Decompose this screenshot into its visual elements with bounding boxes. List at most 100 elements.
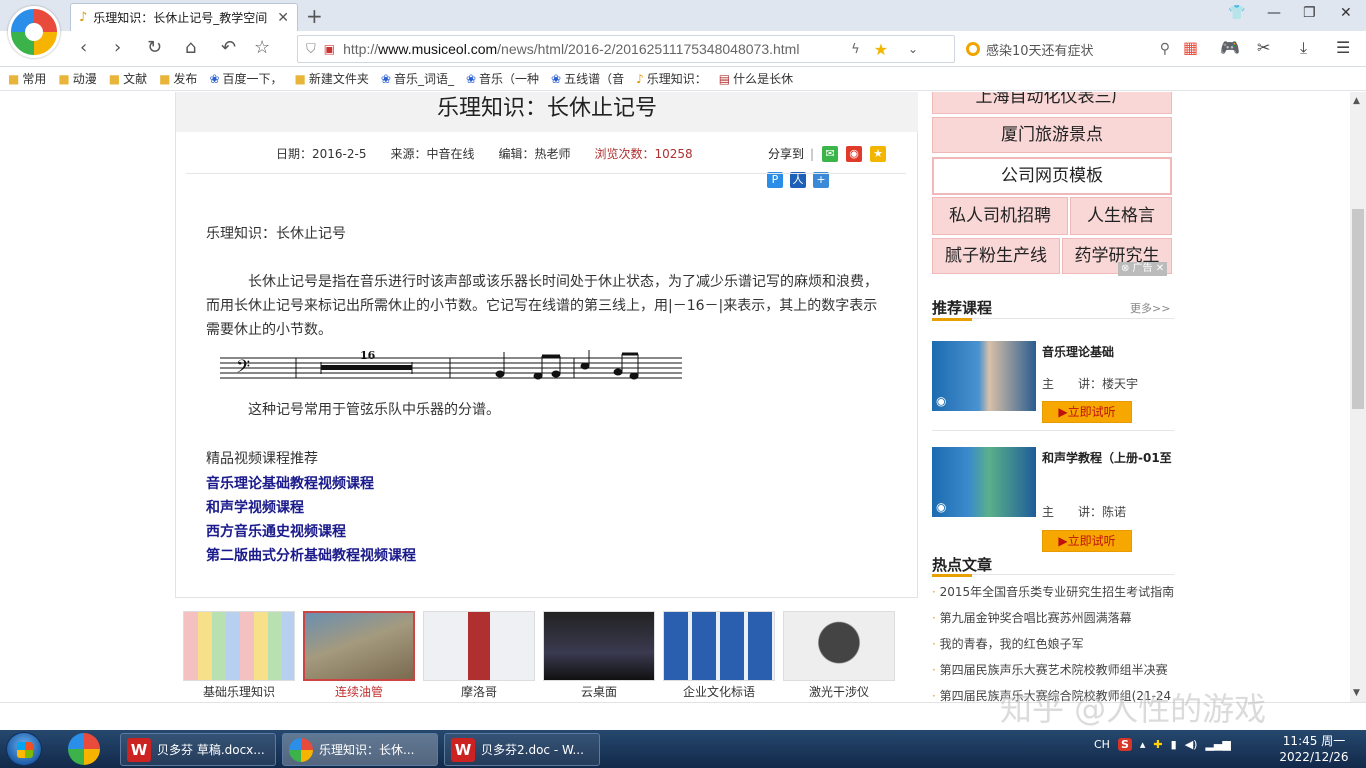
security-shield-icon[interactable]: ✚ [1153,738,1162,751]
hot-article-link[interactable]: 第四届民族声乐大赛艺术院校教师组半决赛 [932,657,1174,683]
scissors-icon[interactable]: ✂ [1257,38,1270,57]
tab-active[interactable]: ♪ 乐理知识：长休止记号_教学空间 ✕ [70,3,298,31]
bookmark-item[interactable]: ■ 常用 [8,70,46,87]
thumbnail-ad[interactable]: 基础乐理知识 [183,611,295,700]
minimize-button[interactable]: — [1267,5,1281,21]
weibo-icon[interactable]: ◉ [846,145,863,162]
thumbnail-ad[interactable]: 摩洛哥 [423,611,535,700]
apps-grid-icon[interactable]: ▦ [1183,38,1198,57]
close-window-button[interactable]: ✕ [1340,5,1352,21]
scroll-down-icon[interactable]: ▼ [1353,688,1360,698]
shirt-skin-icon[interactable]: 👕 [1228,5,1245,21]
thumbnail-ad[interactable]: 激光干涉仪 [783,611,895,700]
download-icon[interactable]: ⤓ [1300,38,1307,58]
ad-link[interactable]: 厦门旅游景点 [932,117,1172,153]
divider [932,430,1174,431]
bookmark-item[interactable]: ■ 文献 [109,70,147,87]
maximize-button[interactable]: ❐ [1303,5,1316,21]
ad-link[interactable]: 上海自动化仪表三厂 [932,92,1172,114]
device-icon[interactable]: ▮ [1171,738,1177,751]
thumbnail-ad[interactable]: 云桌面 [543,611,655,700]
tencent-icon[interactable]: P [767,172,783,188]
scrollbar-thumb[interactable] [1352,209,1364,409]
thumbnail-ad[interactable]: 连续油管 [303,611,415,700]
chevron-down-icon[interactable]: ⌄ [908,42,918,56]
course-link[interactable]: 西方音乐通史视频课程 [206,520,416,544]
thumbnail-image [423,611,535,681]
bookmarks-bar: ■ 常用 ■ 动漫 ■ 文献 ■ 发布 ❀ 百度一下， ■ 新建文件夹 ❀ 音乐_词语_ ❀ 音… [0,67,1366,91]
more-link[interactable]: 更多>> [1130,300,1170,316]
bookmark-item[interactable]: ▤ 什么是长休 [719,70,793,87]
course-name[interactable]: 和声学教程（上册-01至 [1042,447,1174,469]
shield-icon[interactable]: ⛉ [306,42,316,57]
course-name[interactable]: 音乐理论基础 [1042,341,1172,363]
bookmark-item[interactable]: ❀ 百度一下， [209,70,282,87]
browser-logo-icon[interactable] [8,6,60,58]
volume-icon[interactable]: ◀) [1185,738,1198,751]
search-box[interactable]: 感染10天还有症状 ⚲ [960,35,1170,63]
bookmark-item[interactable]: ■ 发布 [159,70,197,87]
bookmark-item[interactable]: ♪ 乐理知识： [636,70,707,87]
ad-link[interactable]: 腻子粉生产线 [932,238,1060,274]
no-image-icon[interactable]: ▣ [324,42,335,56]
article-title: 乐理知识：长休止记号 [436,96,657,121]
play-icon[interactable]: ◉ [936,394,946,408]
back-button[interactable]: ‹ [80,37,87,58]
new-tab-button[interactable]: + [306,4,323,28]
bookmark-item[interactable]: ■ 动漫 [58,70,96,87]
network-icon[interactable]: ▂▄▆ [1205,738,1230,751]
gamepad-icon[interactable]: 🎮 [1220,38,1240,57]
course-thumbnail[interactable]: ◉ [932,341,1036,411]
bookmark-item[interactable]: ❀ 五线谱（音 [551,70,624,87]
hot-article-link[interactable]: 2015年全国音乐类专业研究生招生考试指南 [932,579,1174,605]
home-button[interactable]: ⌂ [185,37,196,58]
bookmark-item[interactable]: ❀ 音乐（一种 [466,70,539,87]
ad-link[interactable]: 公司网页模板 [932,157,1172,195]
vertical-scrollbar[interactable]: ▲ ▼ [1350,92,1366,702]
ad-link[interactable]: 私人司机招聘 [932,197,1068,235]
staff-rest-number: 16 [360,350,376,362]
start-button[interactable] [6,732,42,766]
search-input[interactable]: 感染10天还有症状 [986,40,1160,59]
ad-link[interactable]: 人生格言 [1070,197,1172,235]
wechat-icon[interactable]: ✉ [822,145,839,162]
hot-article-link[interactable]: 第九届金钟奖合唱比赛苏州圆满落幕 [932,605,1174,631]
taskbar-item[interactable]: W 贝多芬2.doc - W... [444,733,600,766]
scroll-up-icon[interactable]: ▲ [1353,96,1360,106]
forward-button[interactable]: › [114,37,121,58]
menu-icon[interactable]: ☰ [1336,38,1350,57]
ime-indicator[interactable]: CH [1094,738,1110,751]
favorite-star-button[interactable]: ☆ [254,37,270,58]
course-link[interactable]: 和声学视频课程 [206,496,416,520]
bookmark-item[interactable]: ❀ 音乐_词语_ [381,70,454,87]
renren-icon[interactable]: 人 [790,172,806,188]
course-thumbnail[interactable]: ◉ [932,447,1036,517]
thumbnail-image [183,611,295,681]
address-bar[interactable]: ⛉ ▣ http://www.musiceol.com/news/html/20… [297,35,955,63]
qzone-star-icon[interactable]: ★ [870,145,887,162]
undo-close-button[interactable]: ↶ [221,37,236,58]
music-staff-image: 𝄢 16 [220,350,682,382]
taskbar-item[interactable]: 乐理知识：长休... [282,733,438,766]
bolt-icon[interactable]: ϟ [851,42,860,57]
reload-button[interactable]: ↻ [147,37,162,58]
ad-close-button[interactable]: ⊗ 广告 ✕ [1118,262,1168,276]
chevron-up-icon[interactable]: ▴ [1140,738,1146,751]
sogou-ime-icon[interactable]: S [1117,738,1132,751]
course-link[interactable]: 第二版曲式分析基础教程视频课程 [206,544,416,568]
browser-pinned-icon[interactable] [68,733,100,765]
try-listen-button[interactable]: ▶立即试听 [1042,530,1132,552]
search-icon[interactable]: ⚲ [1160,41,1170,57]
try-listen-button[interactable]: ▶立即试听 [1042,401,1132,423]
share-more-plus-icon[interactable]: + [813,172,829,188]
thumbnail-ad[interactable]: 企业文化标语 [663,611,775,700]
play-icon[interactable]: ◉ [936,500,946,514]
bookmark-star-icon[interactable]: ★ [874,40,888,59]
course-link[interactable]: 音乐理论基础教程视频课程 [206,472,416,496]
taskbar-item[interactable]: W 贝多芬 草稿.docx... [120,733,276,766]
hot-article-link[interactable]: 我的青春，我的红色娘子军 [932,631,1174,657]
url-text[interactable]: http://www.musiceol.com/news/html/2016-2… [343,41,843,57]
clock[interactable]: 11:45 周一 2022/12/26 [1274,733,1354,765]
tab-close-icon[interactable]: ✕ [277,10,289,26]
bookmark-item[interactable]: ■ 新建文件夹 [295,70,369,87]
